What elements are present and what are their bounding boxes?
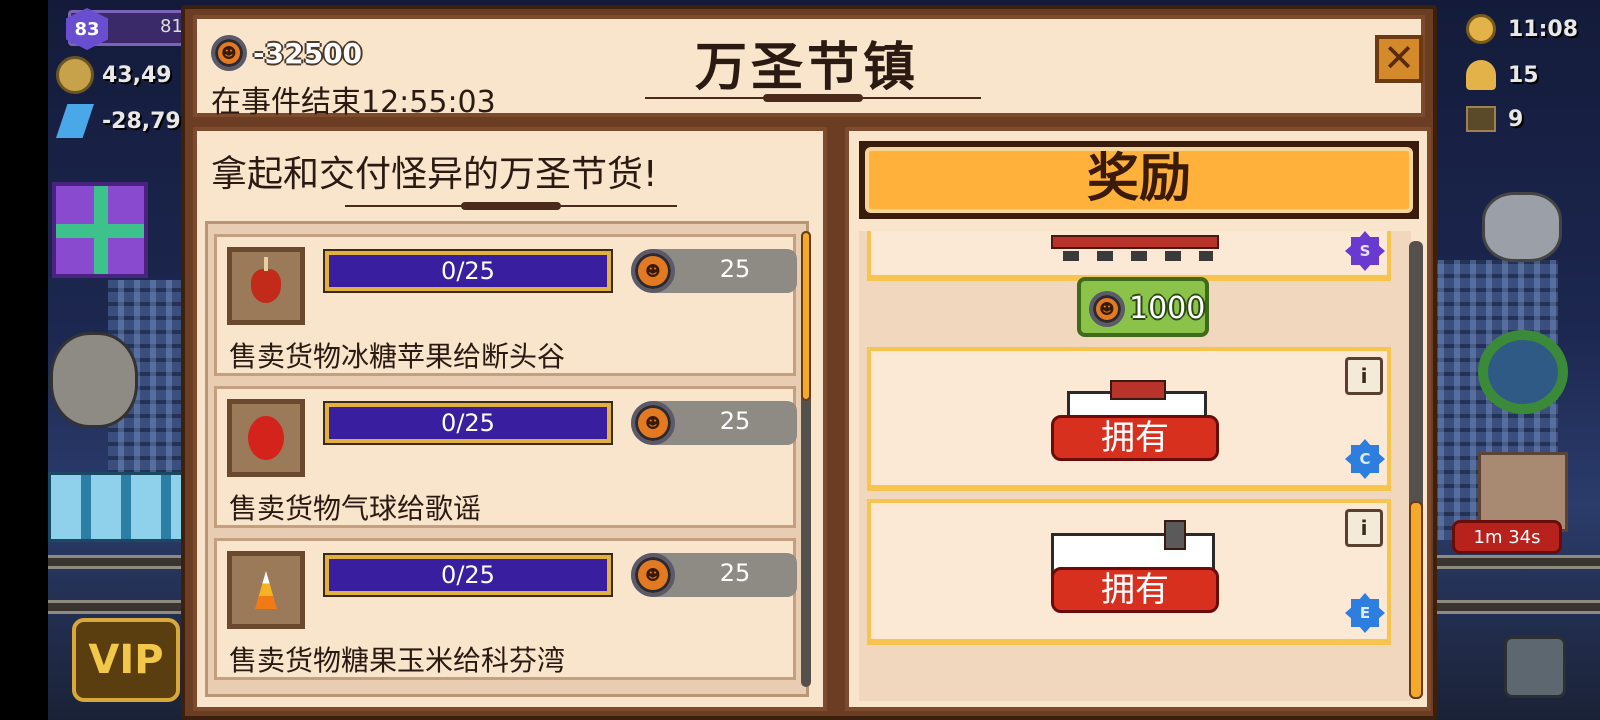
reward-list[interactable]: S ☻ 1000 i 拥有 C i 拥有 E [859, 231, 1411, 701]
class-badge: E [1345, 593, 1385, 633]
gems-counter[interactable]: -28,79 [56, 104, 181, 138]
vip-button[interactable]: VIP [72, 618, 180, 702]
task-label: 售卖货物冰糖苹果给断头谷 [229, 340, 566, 373]
background-train [48, 472, 188, 542]
dialog-header: ☻ -32500 在事件结束12:55:03 万圣节镇 ✕ [193, 15, 1425, 120]
class-badge: C [1345, 439, 1385, 479]
task-reward-value: 25 [719, 559, 751, 587]
offer-timer[interactable]: 1m 34s [1452, 520, 1562, 554]
task-label: 售卖货物糖果玉米给科芬湾 [229, 644, 566, 677]
event-currency: ☻ -32500 [211, 35, 362, 71]
owned-badge: 拥有 [1051, 415, 1219, 461]
gift-icon[interactable] [52, 182, 148, 278]
pumpkin-icon: ☻ [211, 35, 247, 71]
task-list[interactable]: 0/25 ☻ 25 售卖货物冰糖苹果给断头谷 0/25 ☻ 25 售卖货物气球给… [205, 221, 809, 697]
reward-card[interactable]: i 拥有 E [867, 499, 1391, 645]
info-icon[interactable]: i [1345, 357, 1383, 395]
candy-corn-icon [227, 551, 305, 629]
crates-counter: 9 [1466, 106, 1523, 132]
task-reward: ☻ 25 [631, 401, 797, 445]
gear-icon[interactable] [1504, 636, 1566, 698]
tasks-heading: 拿起和交付怪异的万圣节货! [211, 154, 658, 195]
reward-card[interactable]: S [867, 231, 1391, 281]
dialog-title: 万圣节镇 [694, 38, 919, 98]
event-currency-amount: -32500 [253, 36, 363, 70]
owned-badge: 拥有 [1051, 567, 1219, 613]
heading-divider [345, 199, 677, 213]
task-reward: ☻ 25 [631, 553, 797, 597]
task-reward-value: 25 [719, 407, 751, 435]
reward-card[interactable]: i 拥有 C [867, 347, 1391, 491]
rewards-header: 奖励 [859, 141, 1419, 219]
candy-apple-icon [227, 247, 305, 325]
task-label: 售卖货物气球给歌谣 [229, 492, 482, 525]
wheels [1063, 251, 1213, 261]
workers-counter: 15 [1466, 60, 1539, 90]
gems-value: -28,79 [102, 108, 181, 134]
task-item: 0/25 ☻ 25 售卖货物冰糖苹果给断头谷 [214, 234, 797, 376]
person-icon [1466, 60, 1496, 90]
task-reward-value: 25 [719, 255, 751, 283]
coins-value: 43,49 [102, 62, 172, 88]
rewards-scrollbar[interactable] [1409, 241, 1423, 699]
flatcar-icon [1051, 235, 1219, 249]
tasks-scrollbar[interactable] [801, 231, 811, 687]
tasks-scroll-thumb[interactable] [801, 231, 811, 401]
task-item: 0/25 ☻ 25 售卖货物糖果玉米给科芬湾 [214, 538, 797, 680]
price-value: 1000 [1129, 291, 1206, 326]
workers-value: 15 [1508, 62, 1539, 88]
task-progress-bar: 0/25 [325, 403, 611, 443]
rewards-panel: 奖励 S ☻ 1000 i 拥有 C i 拥有 E [845, 127, 1431, 711]
class-badge: S [1345, 231, 1385, 271]
rewards-scroll-thumb[interactable] [1409, 501, 1423, 699]
coin-icon [56, 56, 94, 94]
gem-icon [56, 104, 94, 138]
task-progress-bar: 0/25 [325, 251, 611, 291]
balloon-icon [227, 399, 305, 477]
clock-icon [1466, 14, 1496, 44]
event-dialog: ☻ -32500 在事件结束12:55:03 万圣节镇 ✕ 拿起和交付怪异的万圣… [181, 5, 1437, 720]
pumpkin-icon: ☻ [1089, 291, 1125, 327]
crates-value: 9 [1508, 106, 1524, 132]
achievement-wreath-icon[interactable] [1478, 330, 1568, 414]
crate-icon [1466, 106, 1496, 132]
tasks-panel: 拿起和交付怪异的万圣节货! 0/25 ☻ 25 售卖货物冰糖苹果给断头谷 0/2… [193, 127, 827, 711]
level-progress-text: 81 [160, 16, 183, 37]
mouse-icon[interactable] [1482, 192, 1562, 262]
close-button[interactable]: ✕ [1375, 35, 1423, 83]
clock-value: 11:08 [1508, 16, 1579, 42]
task-progress-bar: 0/25 [325, 555, 611, 595]
event-end-timer: 在事件结束12:55:03 [211, 85, 496, 120]
title-divider [645, 91, 981, 105]
task-item: 0/25 ☻ 25 售卖货物气球给歌谣 [214, 386, 797, 528]
rewards-heading: 奖励 [865, 147, 1413, 213]
pumpkin-icon: ☻ [631, 553, 675, 597]
coins-counter[interactable]: 43,49 [56, 56, 172, 94]
pumpkin-icon: ☻ [631, 249, 675, 293]
info-icon[interactable]: i [1345, 509, 1383, 547]
document-bubble-icon[interactable] [50, 332, 138, 428]
clock-display: 11:08 [1466, 14, 1578, 44]
task-reward: ☻ 25 [631, 249, 797, 293]
buy-price-button[interactable]: ☻ 1000 [1077, 277, 1209, 337]
pumpkin-icon: ☻ [631, 401, 675, 445]
